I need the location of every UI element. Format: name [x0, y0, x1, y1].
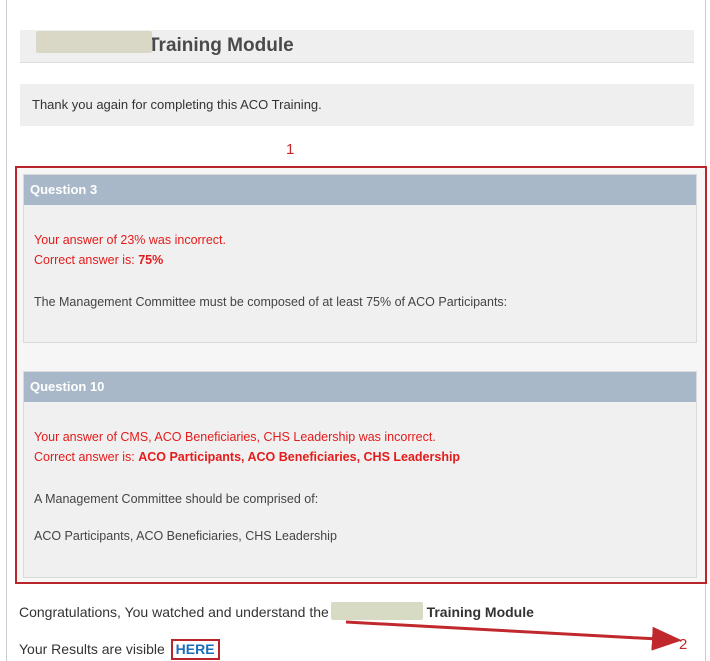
correct-answer-prefix: Correct answer is:: [34, 253, 135, 267]
question-explanation: The Management Committee must be compose…: [34, 295, 508, 309]
correct-answer-value: ACO Participants, ACO Beneficiaries, CHS…: [138, 450, 461, 464]
correct-answer-line: Correct answer is: 75%: [34, 253, 163, 267]
results-line: Your Results are visible HERE: [19, 639, 220, 660]
correct-answer-prefix: Correct answer is:: [34, 450, 135, 464]
thanks-message: Thank you again for completing this ACO …: [32, 97, 322, 112]
question-block-3: Question 3 Your answer of 23% was incorr…: [23, 174, 697, 343]
question-explanation: A Management Committee should be compris…: [34, 492, 319, 506]
question-explanation-detail: ACO Participants, ACO Beneficiaries, CHS…: [34, 529, 337, 543]
module-title-bar: Training Module: [20, 30, 694, 63]
your-answer-text: Your answer of 23% was incorrect.: [34, 233, 226, 247]
annotation-marker-1: 1: [286, 141, 295, 158]
question-block-10: Question 10 Your answer of CMS, ACO Bene…: [23, 371, 697, 578]
thanks-panel: Thank you again for completing this ACO …: [20, 84, 694, 126]
results-here-link[interactable]: HERE: [170, 639, 220, 660]
annotation-marker-2: 2: [679, 636, 688, 653]
page-title: Training Module: [30, 31, 294, 57]
your-answer-text: Your answer of CMS, ACO Beneficiaries, C…: [34, 430, 436, 444]
congrats-prefix: Congratulations, You watched and underst…: [19, 604, 329, 620]
results-prefix: Your Results are visible: [19, 641, 165, 657]
correct-answer-line: Correct answer is: ACO Participants, ACO…: [34, 450, 460, 464]
redaction-block: [330, 602, 423, 620]
question-header: Question 10: [24, 372, 696, 402]
correct-answer-value: 75%: [138, 253, 164, 267]
congrats-line: Congratulations, You watched and underst…: [19, 602, 534, 620]
congrats-suffix: Training Module: [426, 604, 534, 620]
redaction-block: [36, 31, 152, 53]
question-header: Question 3: [24, 175, 696, 205]
